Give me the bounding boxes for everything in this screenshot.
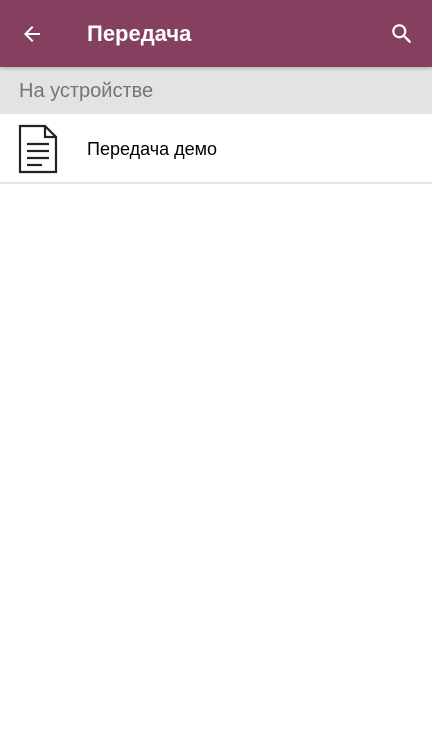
back-button[interactable]: [14, 16, 50, 52]
section-header-label: На устройстве: [19, 80, 154, 102]
search-button[interactable]: [384, 16, 420, 52]
document-icon: [18, 124, 58, 174]
list-item[interactable]: Передача демо: [0, 114, 432, 184]
search-icon: [392, 24, 412, 44]
list-item-label: Передача демо: [87, 139, 217, 159]
app-screen: Передача На устройстве Передача демо: [0, 0, 432, 739]
section-header: На устройстве: [0, 67, 432, 114]
top-app-bar: Передача: [0, 0, 432, 67]
page-title: Передача: [87, 21, 192, 46]
arrow-back-icon: [24, 26, 40, 42]
